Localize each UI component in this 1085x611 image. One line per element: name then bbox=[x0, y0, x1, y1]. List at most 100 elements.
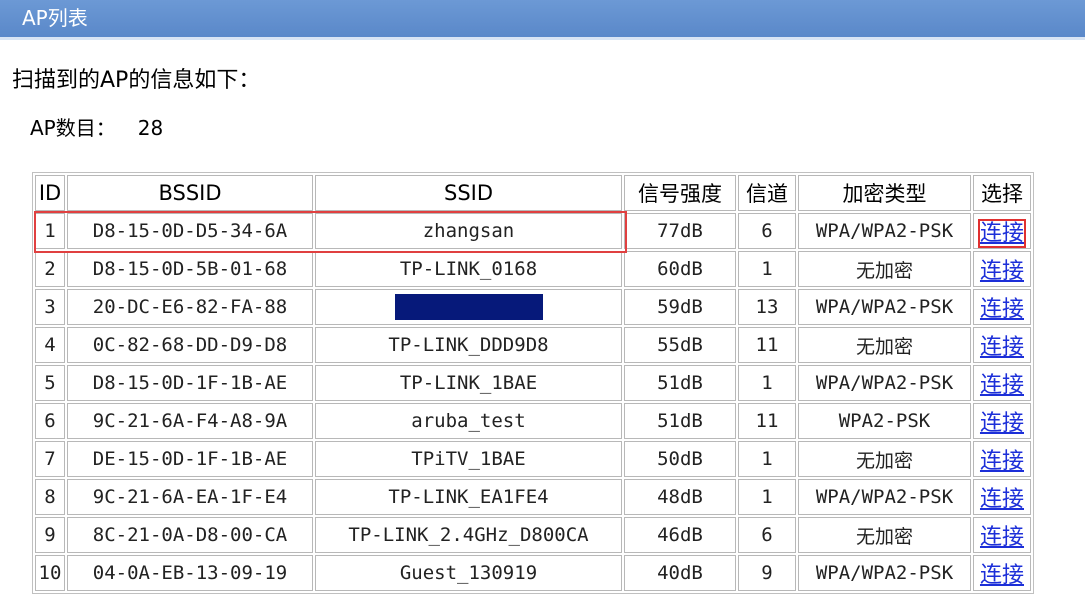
cell-select: 连接 bbox=[973, 517, 1031, 553]
cell-channel: 11 bbox=[738, 403, 796, 439]
cell-channel: 6 bbox=[738, 213, 796, 249]
cell-select: 连接 bbox=[973, 441, 1031, 477]
cell-channel: 1 bbox=[738, 365, 796, 401]
ap-count-label: AP数目： bbox=[30, 116, 116, 140]
cell-bssid: 04-0A-EB-13-09-19 bbox=[67, 555, 313, 591]
cell-ssid: TP-LINK_2.4GHz_D800CA bbox=[315, 517, 622, 553]
connect-link[interactable]: 连接 bbox=[977, 219, 1027, 248]
cell-id: 9 bbox=[35, 517, 65, 553]
connect-link[interactable]: 连接 bbox=[980, 487, 1024, 512]
table-row: 2 D8-15-0D-5B-01-68 TP-LINK_0168 60dB 1 无加密 连接 bbox=[35, 251, 1031, 287]
cell-signal: 46dB bbox=[624, 517, 736, 553]
cell-bssid: 9C-21-6A-EA-1F-E4 bbox=[67, 479, 313, 515]
col-header-select: 选择 bbox=[973, 175, 1031, 211]
cell-signal: 51dB bbox=[624, 365, 736, 401]
cell-encryption: WPA/WPA2-PSK bbox=[798, 289, 971, 325]
cell-channel: 1 bbox=[738, 479, 796, 515]
col-header-signal: 信号强度 bbox=[624, 175, 736, 211]
cell-select: 连接 bbox=[973, 403, 1031, 439]
cell-id: 10 bbox=[35, 555, 65, 591]
cell-bssid: 8C-21-0A-D8-00-CA bbox=[67, 517, 313, 553]
cell-id: 6 bbox=[35, 403, 65, 439]
col-header-id: ID bbox=[35, 175, 65, 211]
cell-encryption: 无加密 bbox=[798, 517, 971, 553]
cell-ssid: TP-LINK_0168 bbox=[315, 251, 622, 287]
connect-link[interactable]: 连接 bbox=[980, 297, 1024, 322]
cell-signal: 59dB bbox=[624, 289, 736, 325]
col-header-channel: 信道 bbox=[738, 175, 796, 211]
cell-signal: 55dB bbox=[624, 327, 736, 363]
cell-channel: 9 bbox=[738, 555, 796, 591]
connect-link[interactable]: 连接 bbox=[980, 259, 1024, 284]
cell-id: 8 bbox=[35, 479, 65, 515]
table-row: 6 9C-21-6A-F4-A8-9A aruba_test 51dB 11 WPA2-P… bbox=[35, 403, 1031, 439]
cell-encryption: WPA/WPA2-PSK bbox=[798, 365, 971, 401]
cell-ssid: TP-LINK_1BAE bbox=[315, 365, 622, 401]
cell-encryption: WPA/WPA2-PSK bbox=[798, 555, 971, 591]
cell-signal: 60dB bbox=[624, 251, 736, 287]
cell-id: 7 bbox=[35, 441, 65, 477]
cell-id: 4 bbox=[35, 327, 65, 363]
cell-id: 5 bbox=[35, 365, 65, 401]
connect-link[interactable]: 连接 bbox=[980, 525, 1024, 550]
col-header-ssid: SSID bbox=[315, 175, 622, 211]
cell-select: 连接 bbox=[973, 289, 1031, 325]
cell-signal: 50dB bbox=[624, 441, 736, 477]
cell-encryption: WPA/WPA2-PSK bbox=[798, 479, 971, 515]
cell-bssid: 20-DC-E6-82-FA-88 bbox=[67, 289, 313, 325]
cell-ssid: TP-LINK_DDD9D8 bbox=[315, 327, 622, 363]
table-row: 4 0C-82-68-DD-D9-D8 TP-LINK_DDD9D8 55dB 11 无加… bbox=[35, 327, 1031, 363]
connect-link[interactable]: 连接 bbox=[980, 563, 1024, 588]
table-row: 1 D8-15-0D-D5-34-6A zhangsan 77dB 6 WPA/WPA2-… bbox=[35, 213, 1031, 249]
table-row: 9 8C-21-0A-D8-00-CA TP-LINK_2.4GHz_D800CA 4… bbox=[35, 517, 1031, 553]
redacted-ssid-block bbox=[394, 294, 543, 320]
col-header-encryption: 加密类型 bbox=[798, 175, 971, 211]
cell-id: 1 bbox=[35, 213, 65, 249]
cell-id: 2 bbox=[35, 251, 65, 287]
cell-bssid: D8-15-0D-5B-01-68 bbox=[67, 251, 313, 287]
cell-channel: 13 bbox=[738, 289, 796, 325]
ap-count-value: 28 bbox=[137, 116, 164, 140]
table-row: 3 20-DC-E6-82-FA-88 59dB 13 WPA/WPA2-PSK 连接 bbox=[35, 289, 1031, 325]
cell-ssid bbox=[315, 289, 622, 325]
cell-ssid: aruba_test bbox=[315, 403, 622, 439]
cell-select: 连接 bbox=[973, 365, 1031, 401]
cell-bssid: 0C-82-68-DD-D9-D8 bbox=[67, 327, 313, 363]
connect-link[interactable]: 连接 bbox=[980, 411, 1024, 436]
cell-bssid: 9C-21-6A-F4-A8-9A bbox=[67, 403, 313, 439]
cell-select: 连接 bbox=[973, 327, 1031, 363]
table-row: 5 D8-15-0D-1F-1B-AE TP-LINK_1BAE 51dB 1 WPA/W… bbox=[35, 365, 1031, 401]
cell-ssid: TPiTV_1BAE bbox=[315, 441, 622, 477]
cell-ssid: TP-LINK_EA1FE4 bbox=[315, 479, 622, 515]
cell-channel: 1 bbox=[738, 441, 796, 477]
cell-signal: 51dB bbox=[624, 403, 736, 439]
cell-channel: 1 bbox=[738, 251, 796, 287]
cell-signal: 48dB bbox=[624, 479, 736, 515]
cell-bssid: D8-15-0D-D5-34-6A bbox=[67, 213, 313, 249]
cell-signal: 77dB bbox=[624, 213, 736, 249]
cell-encryption: 无加密 bbox=[798, 441, 971, 477]
cell-select: 连接 bbox=[973, 213, 1031, 249]
table-row: 7 DE-15-0D-1F-1B-AE TPiTV_1BAE 50dB 1 无加密 连接 bbox=[35, 441, 1031, 477]
table-header-row: ID BSSID SSID 信号强度 信道 加密类型 选择 bbox=[35, 175, 1031, 211]
panel-title: AP列表 bbox=[0, 0, 1085, 40]
col-header-bssid: BSSID bbox=[67, 175, 313, 211]
connect-link[interactable]: 连接 bbox=[980, 449, 1024, 474]
cell-id: 3 bbox=[35, 289, 65, 325]
ap-list-table: ID BSSID SSID 信号强度 信道 加密类型 选择 1 D8-15-0D-… bbox=[32, 172, 1034, 594]
cell-encryption: WPA/WPA2-PSK bbox=[798, 213, 971, 249]
cell-channel: 6 bbox=[738, 517, 796, 553]
connect-link[interactable]: 连接 bbox=[980, 335, 1024, 360]
cell-encryption: 无加密 bbox=[798, 327, 971, 363]
cell-select: 连接 bbox=[973, 251, 1031, 287]
cell-ssid: zhangsan bbox=[315, 213, 622, 249]
cell-encryption: 无加密 bbox=[798, 251, 971, 287]
section-heading: 扫描到的AP的信息如下： bbox=[12, 68, 261, 93]
cell-ssid: Guest_130919 bbox=[315, 555, 622, 591]
cell-encryption: WPA2-PSK bbox=[798, 403, 971, 439]
ap-count-row: AP数目： 28 bbox=[30, 112, 163, 141]
connect-link[interactable]: 连接 bbox=[980, 373, 1024, 398]
cell-bssid: D8-15-0D-1F-1B-AE bbox=[67, 365, 313, 401]
cell-signal: 40dB bbox=[624, 555, 736, 591]
cell-channel: 11 bbox=[738, 327, 796, 363]
